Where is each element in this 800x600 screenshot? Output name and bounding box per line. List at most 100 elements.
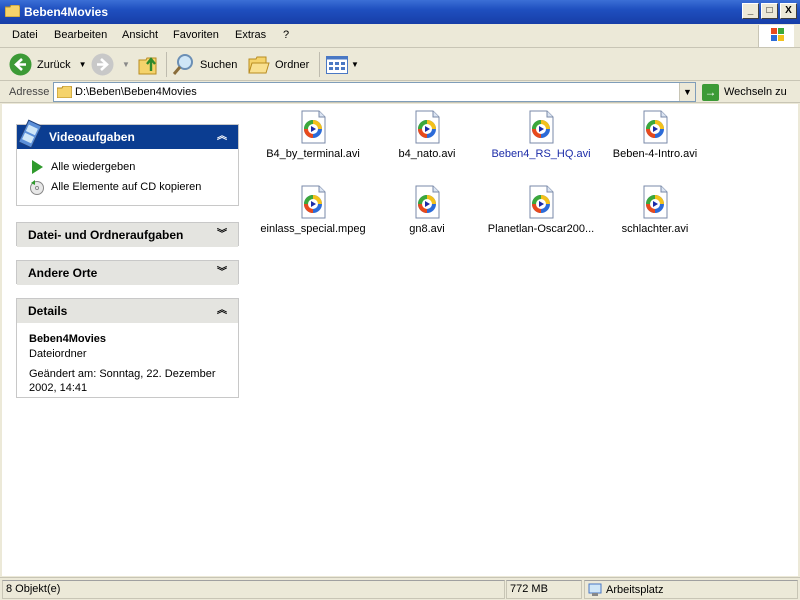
window-title: Beben4Movies bbox=[24, 5, 109, 19]
folders-label: Ordner bbox=[275, 58, 310, 71]
file-item[interactable]: schlachter.avi bbox=[595, 185, 715, 235]
file-name: gn8.avi bbox=[409, 223, 445, 235]
play-all-label: Alle wiedergeben bbox=[51, 161, 136, 173]
media-file-icon bbox=[529, 110, 554, 144]
file-item[interactable]: B4_by_terminal.avi bbox=[253, 110, 373, 160]
back-arrow-icon bbox=[9, 53, 32, 76]
details-modified: Geändert am: Sonntag, 22. Dezember 2002,… bbox=[29, 368, 216, 394]
file-item[interactable]: gn8.avi bbox=[367, 185, 487, 235]
details-name: Beben4Movies bbox=[29, 333, 107, 345]
media-file-icon bbox=[301, 110, 326, 144]
forward-button[interactable]: ▼ bbox=[91, 48, 130, 81]
address-label: Adresse bbox=[9, 86, 50, 98]
details-panel: Details ︽ Beben4Movies Dateiordner Geänd… bbox=[16, 298, 239, 398]
folders-button[interactable]: Ordner bbox=[248, 48, 309, 81]
menu-bearbeiten[interactable]: Bearbeiten bbox=[54, 29, 107, 41]
file-name: b4_nato.avi bbox=[398, 148, 456, 160]
details-type: Dateiordner bbox=[29, 348, 87, 360]
media-file-icon bbox=[643, 110, 668, 144]
collapse-chevron-icon[interactable]: ︽ bbox=[214, 129, 230, 145]
search-icon bbox=[172, 54, 193, 75]
up-folder-button[interactable] bbox=[138, 48, 160, 81]
details-header[interactable]: Details ︽ bbox=[17, 299, 238, 323]
media-file-icon bbox=[415, 185, 440, 219]
content-area: Videoaufgaben ︽ Alle wiedergeben Alle El… bbox=[2, 104, 798, 576]
file-name: Beben-4-Intro.avi bbox=[612, 148, 698, 160]
file-name: schlachter.avi bbox=[621, 223, 689, 235]
file-item[interactable]: Beben-4-Intro.avi bbox=[595, 110, 715, 160]
copy-to-cd-link[interactable]: Alle Elemente auf CD kopieren bbox=[29, 177, 226, 197]
other-places-panel: Andere Orte ︾ bbox=[16, 260, 239, 285]
go-button[interactable]: → Wechseln zu bbox=[702, 82, 787, 102]
title-bar[interactable]: Beben4Movies _ □ X bbox=[0, 0, 800, 24]
menu-bar: Datei Bearbeiten Ansicht Favoriten Extra… bbox=[0, 24, 800, 48]
menu-ansicht[interactable]: Ansicht bbox=[122, 29, 158, 41]
close-button[interactable]: X bbox=[780, 3, 797, 19]
menu-extras[interactable]: Extras bbox=[235, 29, 266, 41]
other-places-title: Andere Orte bbox=[28, 266, 98, 280]
address-dropdown-button[interactable]: ▼ bbox=[679, 83, 695, 101]
media-file-icon bbox=[415, 110, 440, 144]
views-icon bbox=[326, 55, 348, 74]
video-tasks-header[interactable]: Videoaufgaben ︽ bbox=[17, 119, 238, 149]
collapse-chevron-icon[interactable]: ︽ bbox=[214, 303, 230, 319]
film-strip-icon bbox=[19, 119, 43, 149]
menu-help[interactable]: ? bbox=[283, 29, 289, 41]
details-title: Details bbox=[28, 304, 68, 318]
media-file-icon bbox=[301, 185, 326, 219]
back-dropdown-icon[interactable]: ▼ bbox=[79, 60, 87, 69]
folder-icon bbox=[57, 86, 72, 98]
windows-logo-icon bbox=[758, 25, 794, 47]
forward-dropdown-icon[interactable]: ▼ bbox=[122, 60, 130, 69]
back-label: Zurück bbox=[37, 58, 71, 71]
go-arrow-icon: → bbox=[702, 83, 719, 101]
menu-datei[interactable]: Datei bbox=[12, 29, 38, 41]
video-tasks-title: Videoaufgaben bbox=[49, 130, 135, 144]
media-file-icon bbox=[643, 185, 668, 219]
status-size: 772 MB bbox=[506, 580, 582, 599]
file-folder-tasks-header[interactable]: Datei- und Ordneraufgaben ︾ bbox=[17, 223, 238, 247]
file-item[interactable]: b4_nato.avi bbox=[367, 110, 487, 160]
file-folder-tasks-panel: Datei- und Ordneraufgaben ︾ bbox=[16, 222, 239, 247]
address-path: D:\Beben\Beben4Movies bbox=[75, 86, 197, 98]
back-button[interactable]: Zurück ▼ bbox=[9, 48, 87, 81]
folders-icon bbox=[248, 56, 270, 73]
file-item[interactable]: Beben4_RS_HQ.avi bbox=[481, 110, 601, 160]
expand-chevron-icon[interactable]: ︾ bbox=[214, 265, 230, 281]
status-bar: 8 Objekt(e) 772 MB Arbeitsplatz bbox=[0, 577, 800, 600]
my-computer-icon bbox=[588, 583, 602, 596]
search-button[interactable]: Suchen bbox=[172, 48, 237, 81]
views-dropdown-icon: ▼ bbox=[351, 60, 359, 69]
copy-to-cd-label: Alle Elemente auf CD kopieren bbox=[51, 181, 202, 193]
go-label: Wechseln zu bbox=[724, 86, 787, 98]
minimize-button[interactable]: _ bbox=[742, 3, 759, 19]
folder-icon bbox=[5, 5, 20, 17]
folder-up-icon bbox=[138, 56, 157, 74]
status-count: 8 Objekt(e) bbox=[2, 580, 505, 599]
search-label: Suchen bbox=[200, 58, 238, 71]
file-item[interactable]: einlass_special.mpeg bbox=[253, 185, 373, 235]
file-name: einlass_special.mpeg bbox=[260, 223, 366, 235]
address-input[interactable]: D:\Beben\Beben4Movies ▼ bbox=[53, 82, 696, 102]
cd-icon bbox=[30, 180, 44, 195]
toolbar: Zurück ▼ ▼ Suchen Ordner ▼ bbox=[0, 48, 800, 81]
file-folder-tasks-title: Datei- und Ordneraufgaben bbox=[28, 228, 184, 242]
status-zone-label: Arbeitsplatz bbox=[606, 583, 664, 596]
maximize-button[interactable]: □ bbox=[761, 3, 778, 19]
file-item[interactable]: Planetlan-Oscar200... bbox=[481, 185, 601, 235]
play-all-link[interactable]: Alle wiedergeben bbox=[29, 157, 226, 177]
file-name: B4_by_terminal.avi bbox=[266, 148, 360, 160]
explorer-window: Beben4Movies _ □ X Datei Bearbeiten Ansi… bbox=[0, 0, 800, 600]
views-button[interactable]: ▼ bbox=[326, 48, 359, 81]
video-tasks-panel: Videoaufgaben ︽ Alle wiedergeben Alle El… bbox=[16, 119, 239, 206]
play-icon bbox=[32, 160, 43, 174]
media-file-icon bbox=[529, 185, 554, 219]
file-name: Planetlan-Oscar200... bbox=[487, 223, 595, 235]
menu-favoriten[interactable]: Favoriten bbox=[173, 29, 219, 41]
address-bar: Adresse D:\Beben\Beben4Movies ▼ → Wechse… bbox=[0, 81, 800, 103]
file-name: Beben4_RS_HQ.avi bbox=[491, 148, 591, 160]
forward-arrow-icon bbox=[91, 53, 114, 76]
other-places-header[interactable]: Andere Orte ︾ bbox=[17, 261, 238, 285]
expand-chevron-icon[interactable]: ︾ bbox=[214, 227, 230, 243]
status-zone: Arbeitsplatz bbox=[584, 580, 798, 599]
